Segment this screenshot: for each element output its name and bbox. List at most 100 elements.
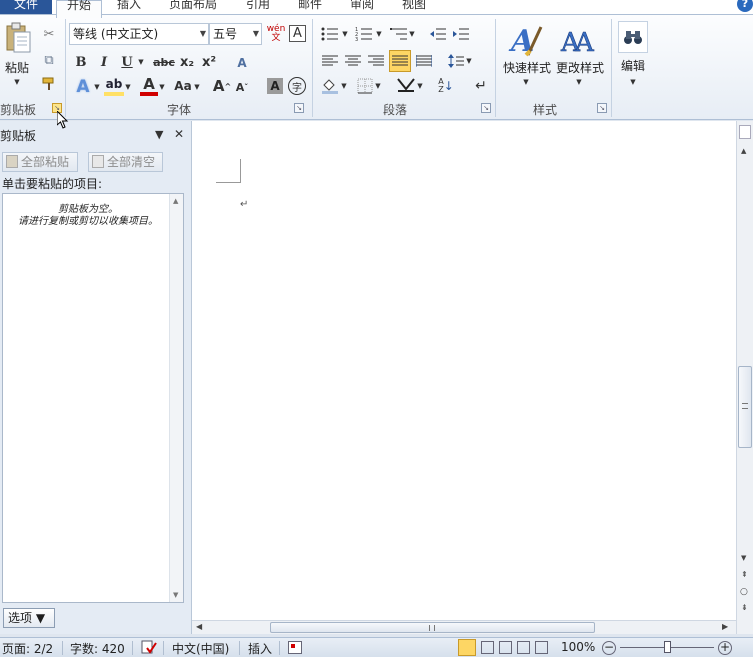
horizontal-scroll-thumb[interactable] — [270, 622, 595, 633]
change-case-button[interactable]: Aa — [172, 77, 194, 95]
zoom-out-icon[interactable]: − — [602, 641, 616, 655]
multilevel-list-icon[interactable] — [388, 25, 410, 43]
vertical-scrollbar[interactable]: ▲ ▼ ⇞ ○ ⇟ — [736, 121, 753, 634]
editing-dropdown-icon[interactable]: ▼ — [628, 77, 638, 87]
next-page-icon[interactable]: ⇟ — [741, 603, 748, 612]
superscript-button[interactable]: x² — [200, 53, 218, 71]
tab-page-layout[interactable]: 页面布局 — [169, 0, 217, 14]
phonetic-guide-icon[interactable]: wén 文 — [266, 23, 286, 45]
paste-icon[interactable] — [4, 21, 32, 55]
pane-scrollbar[interactable]: ▲ ▼ — [169, 194, 183, 602]
chinese-layout-icon[interactable] — [395, 76, 417, 94]
shrink-font-button[interactable]: Aˇ — [234, 79, 250, 95]
quick-styles-dropdown-icon[interactable]: ▼ — [521, 77, 531, 87]
quick-styles-icon[interactable]: A — [508, 21, 544, 61]
font-name-combo[interactable]: 等线 (中文正文) ▼ — [69, 23, 209, 45]
bullets-dropdown-icon[interactable]: ▼ — [341, 29, 349, 39]
proofing-icon[interactable] — [141, 640, 157, 655]
highlight-button[interactable]: ab — [104, 76, 124, 96]
browse-object-icon[interactable]: ○ — [740, 587, 748, 597]
copy-icon[interactable]: ⧉ — [40, 51, 58, 69]
tab-review[interactable]: 审阅 — [350, 0, 374, 14]
scroll-right-icon[interactable]: ▶ — [722, 622, 728, 631]
show-marks-icon[interactable]: ↵ — [472, 77, 490, 95]
numbering-dropdown-icon[interactable]: ▼ — [375, 29, 383, 39]
scroll-up-icon[interactable]: ▲ — [173, 197, 178, 205]
paragraph-dialog-launcher[interactable]: ↘ — [481, 103, 491, 113]
distributed-icon[interactable] — [414, 52, 434, 70]
clear-formatting-icon[interactable]: A — [232, 53, 252, 73]
line-spacing-icon[interactable] — [446, 52, 466, 70]
change-styles-icon[interactable]: AA — [560, 21, 596, 61]
horizontal-scrollbar[interactable]: ◀ ▶ — [192, 620, 736, 634]
zoom-slider-thumb[interactable] — [664, 641, 671, 653]
binoculars-icon[interactable] — [618, 21, 648, 53]
scroll-up-icon[interactable]: ▲ — [741, 147, 746, 155]
borders-dropdown-icon[interactable]: ▼ — [374, 81, 382, 91]
italic-button[interactable]: I — [95, 53, 113, 71]
shading-icon[interactable] — [320, 77, 340, 95]
pane-menu-icon[interactable]: ▼ — [155, 128, 163, 141]
tab-insert[interactable]: 插入 — [117, 0, 141, 14]
print-layout-view-icon[interactable] — [458, 639, 476, 656]
align-right-icon[interactable] — [366, 52, 386, 70]
paste-all-button[interactable]: 全部粘贴 — [2, 152, 78, 172]
page-indicator[interactable]: 页面: 2/2 — [2, 640, 53, 657]
clipboard-items-list[interactable]: 剪贴板为空。 请进行复制或剪切以收集项目。 ▲ ▼ — [2, 193, 184, 603]
multilevel-dropdown-icon[interactable]: ▼ — [408, 29, 416, 39]
grow-font-button[interactable]: A ^ — [213, 77, 231, 95]
paste-button[interactable]: 粘贴 — [0, 59, 34, 75]
editing-button[interactable]: 编辑 — [617, 57, 649, 73]
increase-indent-icon[interactable] — [451, 25, 471, 43]
full-screen-reading-icon[interactable] — [481, 641, 494, 654]
tab-view[interactable]: 视图 — [402, 0, 426, 14]
format-painter-icon[interactable] — [40, 75, 58, 93]
justify-icon[interactable] — [389, 50, 411, 72]
font-color-button[interactable]: A — [140, 75, 158, 96]
font-dialog-launcher[interactable]: ↘ — [294, 103, 304, 113]
help-icon[interactable]: ? — [737, 0, 753, 12]
quick-styles-button[interactable]: 快速样式 — [501, 59, 553, 75]
paste-dropdown-icon[interactable]: ▼ — [10, 77, 24, 87]
chinese-layout-dropdown-icon[interactable]: ▼ — [416, 81, 424, 91]
character-border-icon[interactable]: A — [289, 25, 306, 42]
word-count[interactable]: 字数: 420 — [70, 640, 125, 657]
shading-dropdown-icon[interactable]: ▼ — [340, 81, 348, 91]
document-area[interactable]: ↵ — [192, 121, 736, 620]
align-left-icon[interactable] — [320, 52, 340, 70]
decrease-indent-icon[interactable] — [428, 25, 448, 43]
scroll-down-icon[interactable]: ▼ — [173, 591, 178, 599]
close-icon[interactable]: ✕ — [174, 127, 184, 141]
draft-view-icon[interactable] — [535, 641, 548, 654]
borders-icon[interactable] — [355, 77, 375, 95]
language-indicator[interactable]: 中文(中国) — [172, 640, 229, 657]
bold-button[interactable]: B — [72, 53, 90, 71]
character-shading-button[interactable]: A — [267, 78, 283, 94]
scroll-down-icon[interactable]: ▼ — [741, 554, 746, 562]
scroll-left-icon[interactable]: ◀ — [196, 622, 202, 631]
previous-page-icon[interactable]: ⇞ — [741, 570, 748, 579]
tab-references[interactable]: 引用 — [246, 0, 270, 14]
enclose-characters-button[interactable]: 字 — [288, 77, 306, 95]
text-effects-button[interactable]: A — [72, 77, 94, 97]
underline-dropdown-icon[interactable]: ▼ — [136, 55, 146, 69]
font-color-dropdown-icon[interactable]: ▼ — [158, 81, 166, 93]
outline-view-icon[interactable] — [517, 641, 530, 654]
styles-dialog-launcher[interactable]: ↘ — [597, 103, 607, 113]
vertical-scroll-thumb[interactable] — [738, 366, 752, 448]
macro-record-icon[interactable] — [288, 641, 302, 654]
insert-mode-indicator[interactable]: 插入 — [248, 640, 272, 657]
clear-all-button[interactable]: 全部清空 — [88, 152, 163, 172]
cut-icon[interactable]: ✂ — [40, 25, 58, 43]
bullets-icon[interactable] — [319, 25, 341, 43]
strikethrough-button[interactable]: abc — [152, 53, 176, 71]
change-styles-dropdown-icon[interactable]: ▼ — [574, 77, 584, 87]
zoom-in-icon[interactable]: + — [718, 641, 732, 655]
ruler-toggle-icon[interactable] — [739, 125, 751, 139]
tab-mailings[interactable]: 邮件 — [298, 0, 322, 14]
subscript-button[interactable]: x₂ — [178, 53, 196, 71]
zoom-level[interactable]: 100% — [561, 640, 595, 654]
numbering-icon[interactable]: 123 — [353, 25, 375, 43]
web-layout-icon[interactable] — [499, 641, 512, 654]
text-effects-dropdown-icon[interactable]: ▼ — [93, 81, 101, 93]
